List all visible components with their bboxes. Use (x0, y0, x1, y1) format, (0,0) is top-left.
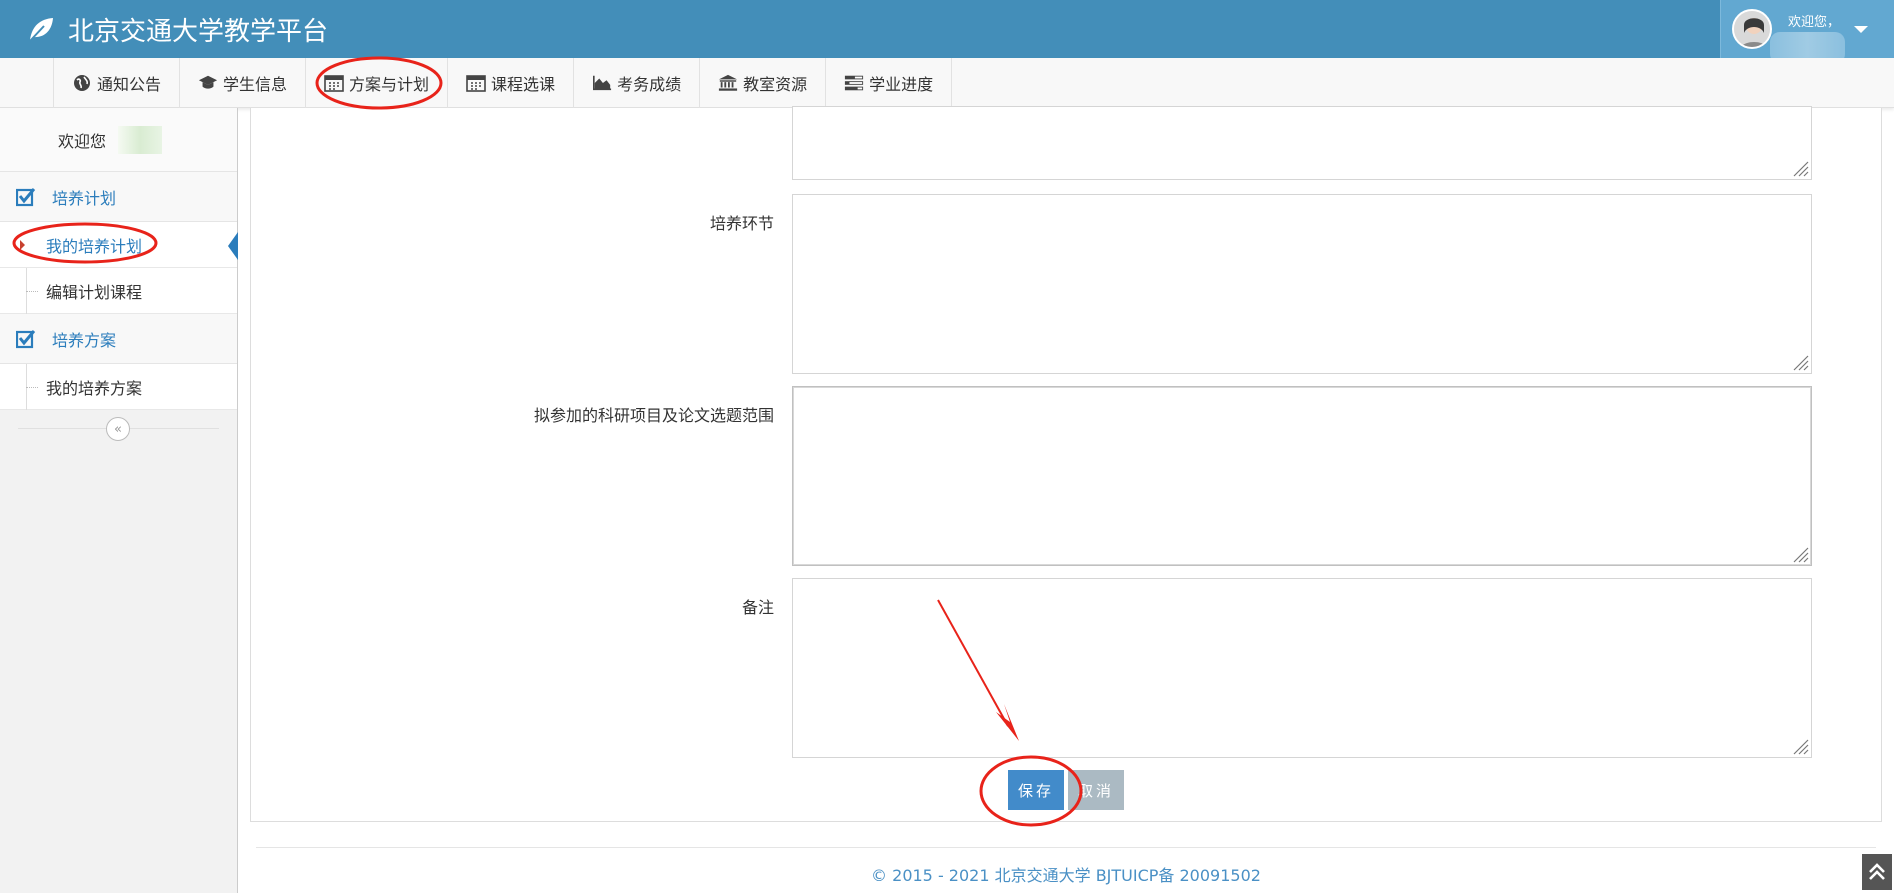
leaf-icon (29, 18, 53, 42)
graduation-cap-icon (198, 75, 218, 89)
caret-down-icon[interactable] (1854, 26, 1868, 33)
field-label-remarks: 备注 (741, 598, 774, 617)
nav-item-exams-grades[interactable]: 考务成绩 (574, 58, 701, 108)
top-header: 北京交通大学教学平台 欢迎您， (0, 0, 1894, 58)
nav-item-course-selection[interactable]: 课程选课 (448, 58, 575, 108)
sidebar-group-training-program[interactable]: 培养方案 (0, 314, 237, 364)
sidebar-item-edit-plan-courses[interactable]: 编辑计划课程 (0, 268, 237, 314)
sidebar-item-my-training-program[interactable]: 我的培养方案 (0, 364, 237, 410)
tasks-icon (845, 75, 864, 91)
nav-item-notices[interactable]: 通知公告 (54, 58, 181, 108)
sidebar: 欢迎您 培养计划 我的培养计划 编辑计划课程 培养方案 我的培养方案 « (0, 108, 238, 893)
textarea-remarks[interactable] (792, 578, 1812, 758)
avatar (1732, 9, 1772, 49)
resize-grip-icon[interactable] (1789, 735, 1809, 755)
sidebar-item-my-training-plan[interactable]: 我的培养计划 (0, 222, 238, 268)
area-chart-icon (593, 75, 612, 91)
nav-item-academic-progress[interactable]: 学业进度 (826, 58, 953, 108)
sidebar-welcome: 欢迎您 (0, 108, 237, 172)
resize-grip-icon[interactable] (1789, 543, 1809, 563)
resize-grip-icon[interactable] (1789, 351, 1809, 371)
save-button[interactable]: 保存 (1008, 770, 1064, 810)
field-label-research-topics: 拟参加的科研项目及论文选题范围 (533, 406, 774, 425)
globe-icon (74, 75, 90, 91)
nav-item-plans[interactable]: 方案与计划 (306, 58, 449, 108)
resize-grip-icon[interactable] (1789, 157, 1809, 177)
brand-title: 北京交通大学教学平台 (68, 16, 329, 47)
footer-copyright: © 2015 - 2021 北京交通大学 BJTUICP备 20091502 (871, 866, 1261, 885)
textarea-research-topics[interactable] (792, 386, 1812, 566)
field-label-training-stage: 培养环节 (709, 214, 774, 233)
scroll-to-top-button[interactable] (1862, 854, 1892, 890)
main-content: 培养环节 拟参加的科研项目及论文选题范围 备注 (250, 106, 1882, 822)
user-name-blurred (118, 125, 163, 154)
sidebar-group-training-plan[interactable]: 培养计划 (0, 172, 237, 222)
footer-divider (256, 847, 1876, 848)
double-chevron-left-icon[interactable]: « (106, 417, 130, 441)
cancel-button[interactable]: 取消 (1068, 770, 1124, 810)
calendar-icon (324, 75, 344, 92)
double-chevron-up-icon (1869, 863, 1885, 880)
check-square-icon (16, 329, 36, 348)
textarea-training-stage[interactable] (792, 194, 1812, 374)
sidebar-collapse-row: « (0, 410, 237, 446)
calendar-icon (466, 75, 486, 92)
avatar-image-icon (1734, 11, 1770, 47)
user-greeting: 欢迎您， (1788, 14, 1841, 30)
brand[interactable]: 北京交通大学教学平台 (26, 10, 328, 48)
active-indicator (228, 232, 238, 260)
textarea-previous-field[interactable] (792, 106, 1812, 180)
main-nav: 通知公告 学生信息 方案与计划 课程选课 考务成绩 教室资源 学业进度 (0, 58, 1894, 108)
bank-icon (718, 74, 738, 91)
nav-item-classroom-resources[interactable]: 教室资源 (700, 58, 827, 108)
nav-item-student-info[interactable]: 学生信息 (180, 58, 307, 108)
check-square-icon (16, 187, 36, 206)
caret-right-icon (20, 240, 25, 250)
